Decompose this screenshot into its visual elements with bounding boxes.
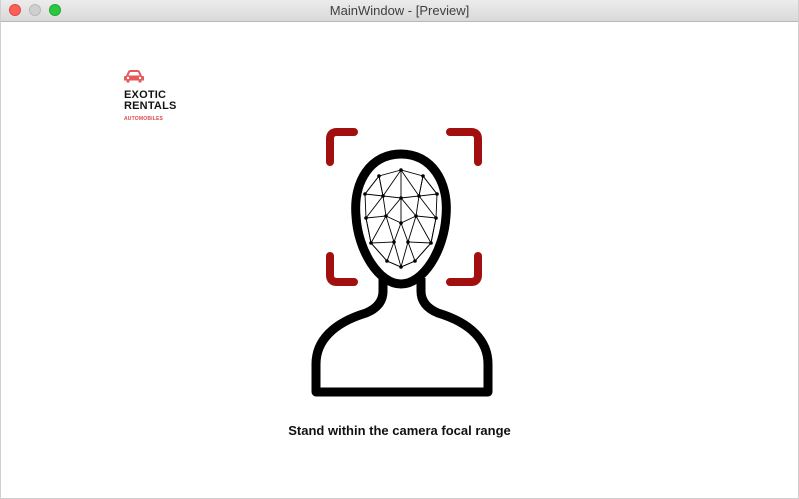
face-mesh — [364, 169, 438, 269]
person-silhouette — [311, 149, 493, 397]
face-scan-icon — [311, 128, 493, 397]
content-area: EXOTIC RENTALS AUTOMOBILES Stand within … — [1, 22, 798, 498]
logo-title-line2: RENTALS — [124, 100, 177, 112]
logo-tagline: AUTOMOBILES — [124, 116, 164, 122]
main-window: MainWindow - [Preview] EXOTIC RENTALS AU… — [0, 0, 799, 499]
instruction-text: Stand within the camera focal range — [288, 423, 511, 438]
title-bar: MainWindow - [Preview] — [1, 0, 798, 22]
window-title: MainWindow - [Preview] — [329, 3, 470, 18]
company-logo: EXOTIC RENTALS AUTOMOBILES — [123, 68, 203, 128]
car-icon — [124, 70, 144, 83]
